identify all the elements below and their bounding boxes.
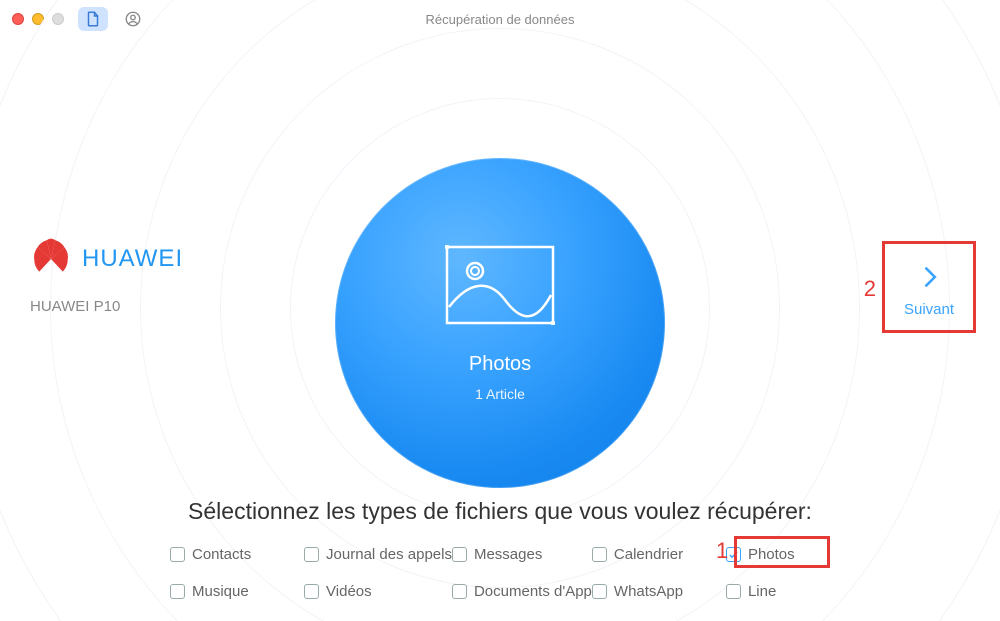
option-label-calendar: Calendrier <box>614 546 683 563</box>
document-icon <box>84 10 102 28</box>
option-music[interactable]: Musique <box>170 583 304 600</box>
option-messages[interactable]: Messages <box>452 546 592 563</box>
option-label-videos: Vidéos <box>326 583 372 600</box>
option-label-photos: Photos <box>748 546 795 563</box>
option-photos[interactable]: Photos <box>726 546 860 563</box>
maximize-window-button[interactable] <box>52 13 64 25</box>
device-brand: HUAWEI <box>82 245 183 273</box>
annotation-number-2: 2 <box>864 276 876 302</box>
next-button[interactable]: Suivant <box>891 263 967 318</box>
option-label-messages: Messages <box>474 546 542 563</box>
checkbox-appdocs[interactable] <box>452 584 467 599</box>
option-label-appdocs: Documents d'App <box>474 583 592 600</box>
mode-recover-button[interactable] <box>78 7 108 31</box>
checkbox-calendar[interactable] <box>592 547 607 562</box>
device-model: HUAWEI P10 <box>30 298 183 315</box>
category-name: Photos <box>469 353 531 376</box>
category-circle: Photos 1 Article <box>335 158 665 488</box>
option-appdocs[interactable]: Documents d'App <box>452 583 592 600</box>
option-label-music: Musique <box>192 583 249 600</box>
checkbox-calllog[interactable] <box>304 547 319 562</box>
option-contacts[interactable]: Contacts <box>170 546 304 563</box>
option-line[interactable]: Line <box>726 583 860 600</box>
window-title: Récupération de données <box>0 12 1000 27</box>
option-calllog[interactable]: Journal des appels <box>304 546 452 563</box>
chevron-right-icon <box>915 263 943 291</box>
select-prompt: Sélectionnez les types de fichiers que v… <box>0 498 1000 525</box>
category-count: 1 Article <box>475 386 525 402</box>
option-whatsapp[interactable]: WhatsApp <box>592 583 726 600</box>
option-label-calllog: Journal des appels <box>326 546 452 563</box>
checkbox-messages[interactable] <box>452 547 467 562</box>
option-label-contacts: Contacts <box>192 546 251 563</box>
photo-icon <box>445 245 555 325</box>
file-type-options: Contacts Journal des appels Messages Calend… <box>170 546 860 600</box>
checkbox-line[interactable] <box>726 584 741 599</box>
mode-secondary-button[interactable] <box>118 7 148 31</box>
window-controls <box>12 13 64 25</box>
checkbox-photos[interactable] <box>726 547 741 562</box>
option-videos[interactable]: Vidéos <box>304 583 452 600</box>
checkbox-videos[interactable] <box>304 584 319 599</box>
checkbox-contacts[interactable] <box>170 547 185 562</box>
next-label: Suivant <box>904 301 954 318</box>
option-label-line: Line <box>748 583 776 600</box>
titlebar: Récupération de données <box>0 0 1000 38</box>
gear-person-icon <box>124 10 142 28</box>
check-icon <box>728 549 739 560</box>
option-calendar[interactable]: Calendrier <box>592 546 726 563</box>
checkbox-music[interactable] <box>170 584 185 599</box>
minimize-window-button[interactable] <box>32 13 44 25</box>
checkbox-whatsapp[interactable] <box>592 584 607 599</box>
device-panel: HUAWEI HUAWEI P10 <box>30 238 183 315</box>
huawei-logo-icon <box>30 238 72 280</box>
close-window-button[interactable] <box>12 13 24 25</box>
option-label-whatsapp: WhatsApp <box>614 583 683 600</box>
